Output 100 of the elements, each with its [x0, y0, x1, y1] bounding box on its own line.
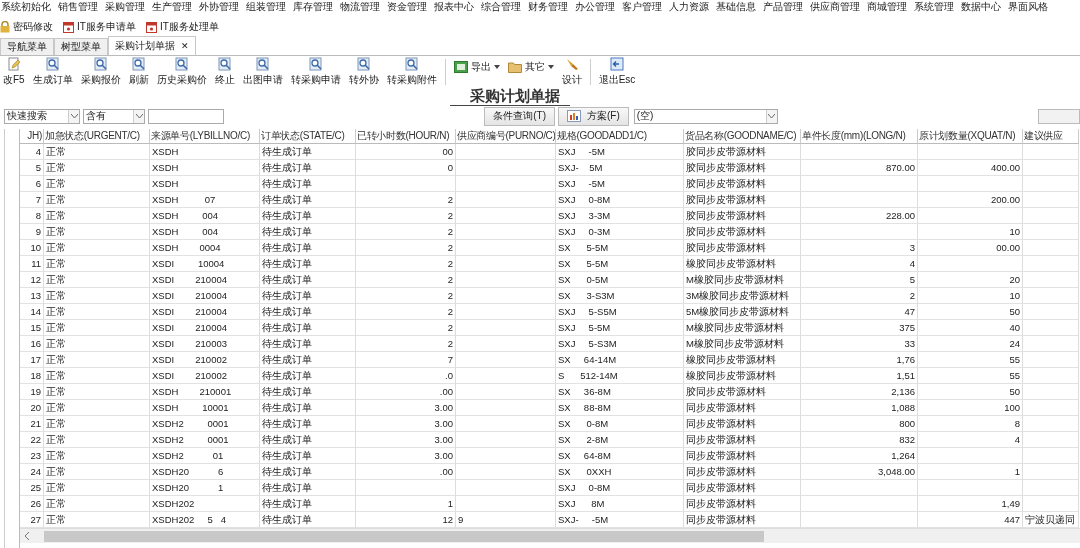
menu-item[interactable]: 客户管理: [622, 0, 662, 14]
table-cell: 23: [20, 448, 44, 464]
column-header[interactable]: 规格(GOODADD1/C): [556, 129, 684, 144]
column-header[interactable]: JH): [20, 129, 44, 144]
menu-item[interactable]: 财务管理: [528, 0, 568, 14]
tab[interactable]: 树型菜单: [54, 38, 108, 55]
menu-item[interactable]: 销售管理: [58, 0, 98, 14]
table-cell: SX 5-5M: [556, 240, 684, 256]
menu-item[interactable]: 报表中心: [434, 0, 474, 14]
table-cell: 同步皮带源材料: [684, 480, 801, 496]
toolbar-button[interactable]: 转采购附件: [383, 57, 440, 87]
search-field-dropdown[interactable]: 快速搜索: [4, 108, 80, 124]
menu-item[interactable]: 商城管理: [867, 0, 907, 14]
bar-chart-icon: [567, 110, 581, 122]
toolbar-button[interactable]: 刷新: [125, 57, 152, 87]
table-cell: 正常: [44, 464, 150, 480]
menu-item[interactable]: 库存管理: [293, 0, 333, 14]
magnifier-icon: [255, 57, 270, 71]
scroll-left-icon[interactable]: [24, 532, 30, 540]
table-cell: SX 0XXH: [556, 464, 684, 480]
table-cell: 4: [20, 144, 44, 160]
menu-item[interactable]: 界面风格: [1008, 0, 1048, 14]
close-icon[interactable]: ✕: [181, 41, 189, 51]
table-cell: 4: [918, 432, 1023, 448]
menu-item[interactable]: 供应商管理: [810, 0, 860, 14]
table-cell: 24: [20, 464, 44, 480]
column-header[interactable]: 加急状态(URGENT/C): [44, 129, 150, 144]
table-cell: XSDH 004: [150, 208, 260, 224]
search-input[interactable]: [148, 108, 224, 124]
toolbar-button[interactable]: 终止: [211, 57, 238, 87]
menu-item[interactable]: 人力资源: [669, 0, 709, 14]
table-cell: [1023, 368, 1079, 384]
table-cell: 待生成订单: [260, 160, 356, 176]
column-header[interactable]: 原计划数量(XQUAT/N): [918, 129, 1023, 144]
quick-link[interactable]: 密码修改: [0, 20, 53, 34]
toolbar-button[interactable]: 退出Esc: [595, 57, 639, 87]
table-cell: 50: [918, 304, 1023, 320]
table-cell: 正常: [44, 192, 150, 208]
menu-item[interactable]: 系统初始化: [1, 0, 51, 14]
toolbar-button[interactable]: 采购报价: [77, 57, 124, 87]
table-cell: 1,264: [801, 448, 918, 464]
table-cell: .00: [356, 384, 456, 400]
quick-link[interactable]: IT服务处理单: [145, 20, 219, 34]
query-button[interactable]: 条件查询(T): [484, 106, 555, 126]
column-header[interactable]: 建议供应: [1023, 129, 1079, 144]
scrollbar-thumb[interactable]: [44, 530, 764, 542]
tab[interactable]: 采购计划单据 ✕: [108, 36, 196, 55]
table-cell: 正常: [44, 288, 150, 304]
tab[interactable]: 导航菜单: [0, 38, 54, 55]
dropdown-button[interactable]: 其它: [504, 60, 557, 74]
toolbar-button[interactable]: 设计: [558, 57, 585, 87]
table-cell: 同步皮带源材料: [684, 416, 801, 432]
toolbar-button[interactable]: 出图申请: [239, 57, 286, 87]
table-cell: 2: [356, 240, 456, 256]
table-cell: SXJ -5M: [556, 176, 684, 192]
menu-item[interactable]: 外协管理: [199, 0, 239, 14]
table-cell: 1,76: [801, 352, 918, 368]
column-header[interactable]: 订单状态(STATE/C): [260, 129, 356, 144]
toolbar-button[interactable]: 生成订单: [29, 57, 76, 87]
menu-item[interactable]: 产品管理: [763, 0, 803, 14]
table-cell: [1023, 416, 1079, 432]
scheme-dropdown[interactable]: (空): [633, 108, 778, 124]
column-header[interactable]: 单件长度(mm)(LONG/N): [801, 129, 918, 144]
operator-dropdown[interactable]: 含有: [83, 108, 145, 124]
menu-item[interactable]: 组装管理: [246, 0, 286, 14]
toolbar-button[interactable]: 转外协: [345, 57, 382, 87]
table-cell: 10: [918, 288, 1023, 304]
table-cell: 1: [356, 496, 456, 512]
toolbar-button[interactable]: 转采购申请: [287, 57, 344, 87]
dropdown-button[interactable]: 导出: [450, 60, 503, 74]
magnifier-icon: [308, 57, 323, 71]
menu-item[interactable]: 物流管理: [340, 0, 380, 14]
menu-item[interactable]: 系统管理: [914, 0, 954, 14]
toolbar-button[interactable]: 改F5: [0, 57, 28, 87]
table-cell: 8: [20, 208, 44, 224]
menu-item[interactable]: 资金管理: [387, 0, 427, 14]
scheme-button[interactable]: 方案(F): [558, 106, 629, 126]
quick-link[interactable]: IT服务申请单: [63, 20, 136, 34]
column-header[interactable]: 来源单号(LYBILLNO/C): [150, 129, 260, 144]
menu-item[interactable]: 数据中心: [961, 0, 1001, 14]
magnifier-icon: [131, 57, 146, 71]
menu-item[interactable]: 基础信息: [716, 0, 756, 14]
column-header[interactable]: 已转小时数(HOUR/N): [356, 129, 456, 144]
input-field[interactable]: [1038, 108, 1080, 124]
table-cell: 待生成订单: [260, 304, 356, 320]
table-cell: 待生成订单: [260, 240, 356, 256]
table-cell: 橡胶同步皮带源材料: [684, 352, 801, 368]
table-cell: 55: [918, 352, 1023, 368]
table-cell: 8: [918, 416, 1023, 432]
column-header[interactable]: 供应商编号(PURNO/C): [456, 129, 556, 144]
toolbar-button[interactable]: 历史采购价: [153, 57, 210, 87]
column-header[interactable]: 货品名称(GOODNAME/C): [684, 129, 801, 144]
table-cell: 胶同步皮带源材料: [684, 160, 801, 176]
menu-item[interactable]: 综合管理: [481, 0, 521, 14]
menu-item[interactable]: 采购管理: [105, 0, 145, 14]
menu-item[interactable]: 生产管理: [152, 0, 192, 14]
menu-item[interactable]: 办公管理: [575, 0, 615, 14]
table-cell: 3.00: [356, 416, 456, 432]
table-cell: 正常: [44, 352, 150, 368]
table-cell: XSDI 210004: [150, 272, 260, 288]
